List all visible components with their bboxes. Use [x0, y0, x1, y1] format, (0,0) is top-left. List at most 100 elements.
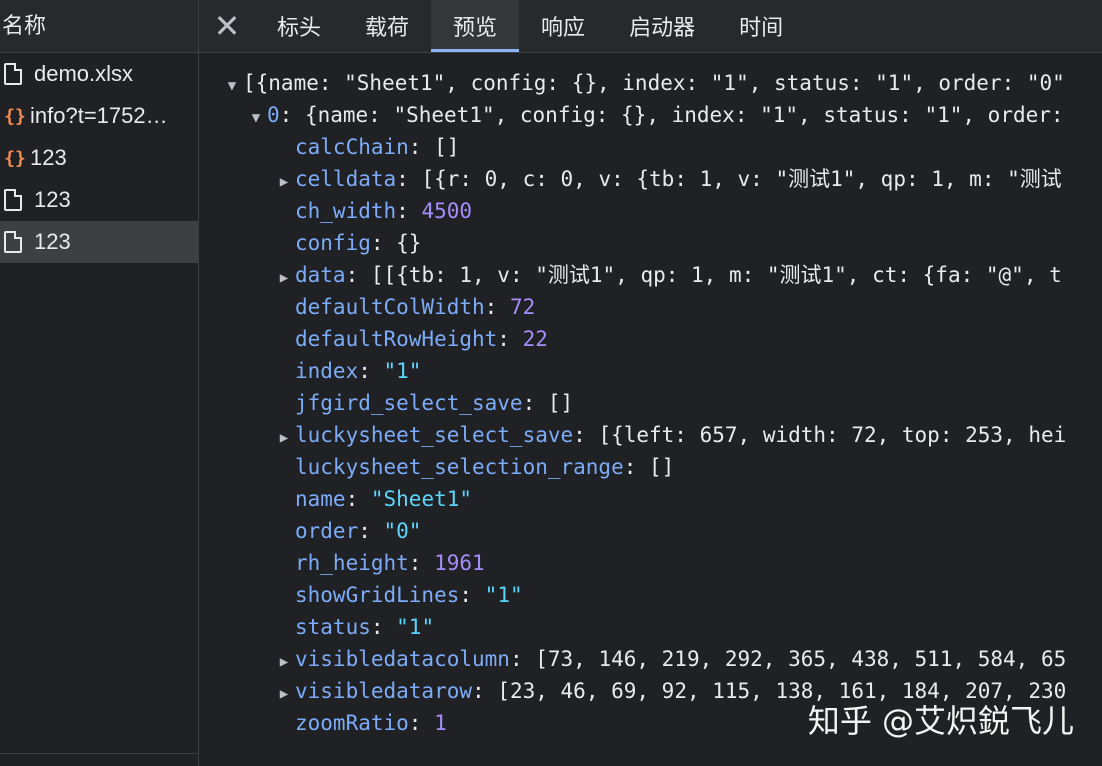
property-value: {} — [396, 231, 422, 255]
request-item-name: 123 — [34, 229, 71, 254]
colon-separator: : — [408, 711, 435, 735]
tab-1[interactable]: 载荷 — [343, 0, 431, 52]
request-list-panel: 名称 demo.xlsx{} info?t=1752…{} 123 123 123 — [0, 0, 199, 766]
property-row-order: order: "0" — [273, 515, 421, 547]
tab-5[interactable]: 时间 — [717, 0, 805, 52]
colon-separator: : — [370, 615, 397, 639]
colon-separator: : — [522, 391, 548, 415]
property-key: name — [295, 487, 346, 511]
property-key: visibledatacolumn — [295, 647, 510, 671]
property-key: luckysheet_select_save — [295, 423, 574, 447]
property-row-defaultColWidth: defaultColWidth: 72 — [273, 291, 535, 323]
tabs-container: 标头 载荷 预览 响应 启动器 时间 — [255, 0, 805, 52]
property-row-visibledatacolumn[interactable]: ▶ visibledatacolumn: [73, 146, 219, 292, … — [273, 643, 1066, 675]
property-key: status — [295, 615, 371, 639]
property-row-defaultRowHeight: defaultRowHeight: 22 — [273, 323, 548, 355]
property-row-index: index: "1" — [273, 355, 421, 387]
item-0-row[interactable]: ▼ 0: {name: "Sheet1", config: {}, index: … — [245, 99, 1064, 131]
property-key: showGridLines — [295, 583, 460, 607]
request-item[interactable]: {} info?t=1752… — [0, 95, 198, 137]
property-value: "1" — [484, 583, 523, 607]
colon-separator: : — [472, 679, 498, 703]
property-row-data[interactable]: ▶ data: [[{tb: 1, v: "测试1", qp: 1, m: "测试… — [273, 259, 1062, 291]
request-item[interactable]: 123 — [0, 221, 198, 263]
colon-separator: : — [408, 135, 435, 159]
request-item-name: 123 — [30, 145, 67, 170]
property-row-celldata[interactable]: ▶ celldata: [{r: 0, c: 0, v: {tb: 1, v: "… — [273, 163, 1062, 195]
root-summary: [{name: "Sheet1", config: {}, index: "1"… — [243, 71, 1065, 95]
property-row-luckysheet_select_save[interactable]: ▶ luckysheet_select_save: [{left: 657, wi… — [273, 419, 1066, 451]
property-value: "1" — [383, 359, 422, 383]
property-key: luckysheet_selection_range — [295, 455, 624, 479]
expand-triangle-icon[interactable]: ▼ — [245, 102, 267, 134]
property-key: order — [295, 519, 359, 543]
property-value: 72 — [509, 295, 536, 319]
property-value: 22 — [522, 327, 548, 351]
tab-2[interactable]: 预览 — [431, 0, 520, 52]
property-key: index — [295, 359, 359, 383]
property-value: [] — [649, 455, 675, 479]
property-value: [] — [547, 391, 574, 415]
tab-4[interactable]: 启动器 — [607, 0, 717, 52]
root-array-row[interactable]: ▼ [{name: "Sheet1", config: {}, index: "1… — [221, 67, 1065, 99]
property-value: 1 — [434, 711, 447, 735]
property-row-config: config: {} — [273, 227, 421, 259]
property-row-rh_height: rh_height: 1961 — [273, 547, 485, 579]
collapse-triangle-icon[interactable]: ▶ — [273, 422, 295, 454]
document-icon — [4, 189, 22, 211]
property-key: zoomRatio — [295, 711, 409, 735]
document-icon — [4, 231, 22, 253]
colon-separator: : — [345, 263, 371, 287]
json-preview-panel: ▼ [{name: "Sheet1", config: {}, index: "1… — [199, 53, 1102, 766]
collapse-triangle-icon[interactable]: ▶ — [273, 646, 295, 678]
colon-separator: : — [396, 167, 422, 191]
list-footer — [0, 753, 198, 766]
request-item-name: info?t=1752… — [30, 103, 168, 128]
property-value: 1961 — [434, 551, 485, 575]
name-column-header[interactable]: 名称 — [0, 0, 198, 53]
property-value: [{left: 657, width: 72, top: 253, hei — [598, 423, 1067, 447]
collapse-triangle-icon[interactable]: ▶ — [273, 678, 295, 710]
colon-separator: : — [497, 327, 523, 351]
colon-separator: : — [358, 519, 384, 543]
property-row-calcChain: calcChain: [] — [273, 131, 459, 163]
detail-tab-bar: ✕ 标头 载荷 预览 响应 启动器 时间 — [199, 0, 1102, 53]
property-value: [] — [434, 135, 460, 159]
tab-0[interactable]: 标头 — [255, 0, 343, 52]
item-0-key: 0 — [267, 103, 280, 127]
colon-separator: : — [459, 583, 485, 607]
request-item[interactable]: 123 — [0, 179, 198, 221]
json-file-icon: {} — [4, 147, 26, 169]
property-key: defaultRowHeight — [295, 327, 498, 351]
request-item[interactable]: {} 123 — [0, 137, 198, 179]
property-key: rh_height — [295, 551, 409, 575]
colon-separator: : — [509, 647, 536, 671]
tab-3[interactable]: 响应 — [519, 0, 607, 52]
colon-separator: : — [408, 551, 435, 575]
colon-separator: : — [358, 359, 384, 383]
item-0-summary: {name: "Sheet1", config: {}, index: "1",… — [304, 103, 1064, 127]
colon-separator: : — [484, 295, 510, 319]
request-list: demo.xlsx{} info?t=1752…{} 123 123 123 — [0, 53, 198, 263]
property-value: [73, 146, 219, 292, 365, 438, 511, 584, … — [535, 647, 1067, 671]
collapse-triangle-icon[interactable]: ▶ — [273, 262, 295, 294]
property-key: defaultColWidth — [295, 295, 485, 319]
property-key: data — [295, 263, 346, 287]
property-value: 4500 — [421, 199, 473, 223]
property-row-showGridLines: showGridLines: "1" — [273, 579, 523, 611]
property-key: calcChain — [295, 135, 409, 159]
property-value: "1" — [396, 615, 435, 639]
collapse-triangle-icon[interactable]: ▶ — [273, 166, 295, 198]
close-icon[interactable]: ✕ — [199, 0, 255, 52]
expand-triangle-icon[interactable]: ▼ — [221, 70, 243, 102]
property-value: [{r: 0, c: 0, v: {tb: 1, v: "测试1", qp: 1… — [421, 167, 1062, 191]
request-item-name: demo.xlsx — [34, 61, 134, 86]
colon-separator: : — [573, 423, 599, 447]
request-item-name: 123 — [34, 187, 71, 212]
property-value: "0" — [383, 519, 422, 543]
document-icon — [4, 63, 22, 85]
property-row-ch_width: ch_width: 4500 — [273, 195, 472, 227]
request-item[interactable]: demo.xlsx — [0, 53, 198, 95]
property-key: jfgird_select_save — [295, 391, 523, 415]
colon-separator: : — [370, 231, 397, 255]
